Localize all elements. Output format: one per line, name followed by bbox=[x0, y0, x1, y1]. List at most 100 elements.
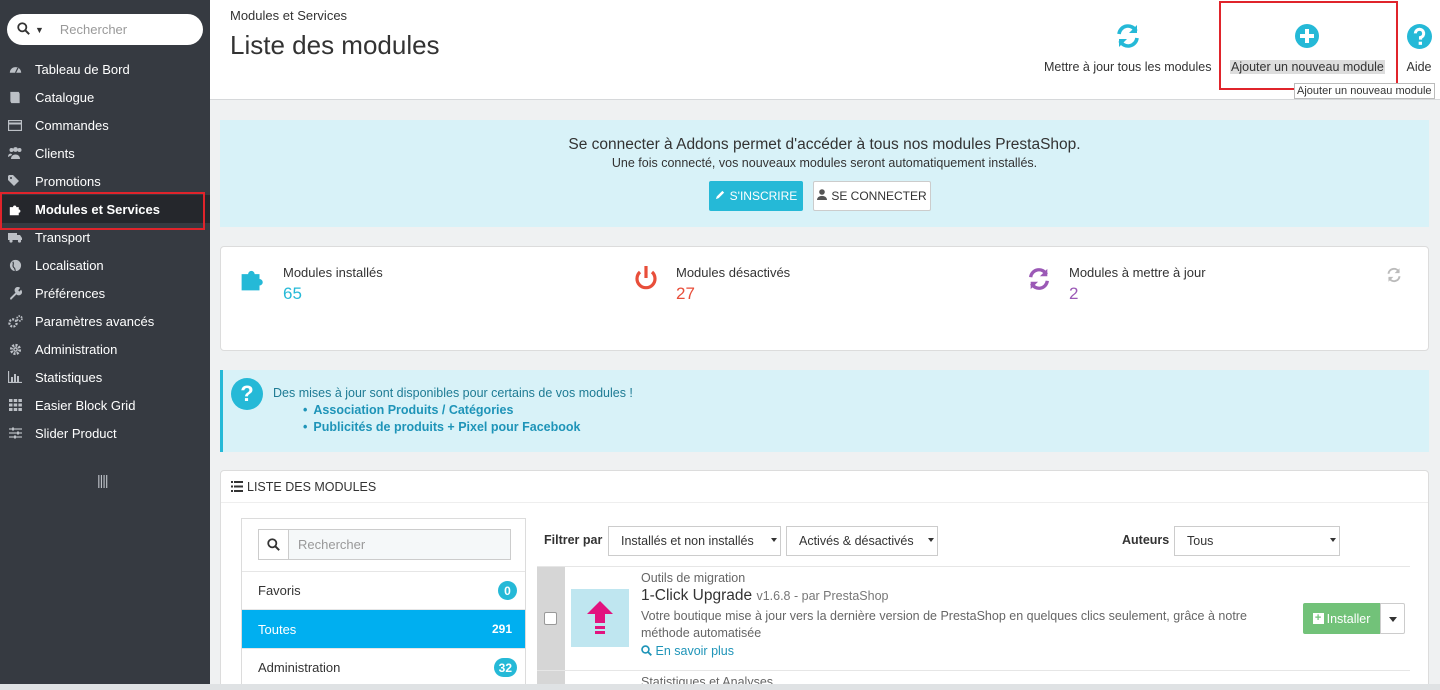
refresh-stats-icon[interactable] bbox=[1386, 267, 1402, 286]
help-button[interactable]: Aide bbox=[1405, 22, 1433, 74]
tooltip: Ajouter un nouveau module bbox=[1294, 83, 1435, 99]
sidebar-item-label: Catalogue bbox=[35, 89, 95, 105]
sidebar-search[interactable]: ▼ Rechercher bbox=[7, 14, 203, 45]
module-name: 1-Click Upgrade v1.6.8 - par PrestaShop bbox=[641, 587, 888, 605]
sidebar-search-input[interactable]: Rechercher bbox=[60, 22, 127, 37]
sidebar-item-slider-product[interactable]: Slider Product bbox=[0, 419, 210, 447]
module-stats-panel: Modules installés 65 Modules désactivés … bbox=[220, 246, 1429, 351]
module-description: Votre boutique mise à jour vers la derni… bbox=[641, 609, 1247, 640]
caret-down-icon bbox=[771, 538, 777, 542]
login-button[interactable]: SE CONNECTER bbox=[813, 181, 931, 211]
stat-disabled-label: Modules désactivés bbox=[676, 265, 791, 280]
sidebar-item-label: Statistiques bbox=[35, 369, 103, 385]
module-row: Outils de migration 1-Click Upgrade v1.6… bbox=[537, 566, 1410, 677]
sidebar-item-catalog[interactable]: Catalogue bbox=[0, 83, 210, 111]
filter-active-value: Activés & désactivés bbox=[799, 534, 914, 548]
sidebar-item-label: Clients bbox=[35, 145, 75, 161]
category-label: Favoris bbox=[258, 583, 301, 598]
addons-subtitle: Une fois connecté, vos nouveaux modules … bbox=[611, 156, 1038, 170]
category-item-favorites[interactable]: Favoris 0 bbox=[242, 571, 525, 609]
stat-installed-value: 65 bbox=[283, 284, 302, 303]
gear-icon bbox=[7, 341, 23, 357]
sidebar-item-advanced-settings[interactable]: Paramètres avancés bbox=[0, 307, 210, 335]
chevron-down-icon[interactable]: ▼ bbox=[35, 25, 44, 35]
category-label: Toutes bbox=[258, 621, 297, 637]
sidebar-item-administration[interactable]: Administration bbox=[0, 335, 210, 363]
category-list: Rechercher Favoris 0 Toutes 291 Administ… bbox=[241, 518, 526, 690]
signup-label: S'INSCRIRE bbox=[729, 189, 798, 203]
sidebar-item-promotions[interactable]: Promotions bbox=[0, 167, 210, 195]
sidebar-item-label: Commandes bbox=[35, 117, 109, 133]
sidebar-item-orders[interactable]: Commandes bbox=[0, 111, 210, 139]
count-badge: 291 bbox=[491, 622, 512, 636]
sidebar-item-localization[interactable]: Localisation bbox=[0, 251, 210, 279]
power-icon bbox=[632, 265, 660, 293]
sidebar: ▼ Rechercher Tableau de Bord Catalogue C… bbox=[0, 0, 210, 690]
sidebar-item-statistics[interactable]: Statistiques bbox=[0, 363, 210, 391]
updates-list: Association Produits / Catégories Public… bbox=[303, 403, 580, 437]
help-label: Aide bbox=[1406, 60, 1432, 74]
authors-select[interactable]: Tous bbox=[1174, 526, 1340, 556]
caret-down-icon bbox=[928, 538, 934, 542]
addons-title: Se connecter à Addons permet d'accéder à… bbox=[568, 136, 1081, 153]
authors-label: Auteurs bbox=[1122, 533, 1170, 547]
update-all-modules-button[interactable]: Mettre à jour tous les modules bbox=[1044, 22, 1211, 74]
filter-label: Filtrer par bbox=[544, 533, 603, 547]
collapse-sidebar-icon[interactable]: |||| bbox=[97, 472, 109, 488]
learn-more-link[interactable]: En savoir plus bbox=[641, 644, 734, 659]
highlight-box-sidebar bbox=[0, 192, 205, 230]
status-bar bbox=[0, 684, 1440, 690]
bar-chart-icon bbox=[7, 369, 23, 385]
updates-alert: ? Des mises à jour sont disponibles pour… bbox=[220, 370, 1429, 452]
update-all-modules-label: Mettre à jour tous les modules bbox=[1044, 60, 1212, 74]
user-icon bbox=[817, 189, 828, 203]
search-icon[interactable] bbox=[17, 21, 35, 38]
sidebar-item-easier-block-grid[interactable]: Easier Block Grid bbox=[0, 391, 210, 419]
stat-to-update-label: Modules à mettre à jour bbox=[1069, 265, 1206, 280]
page-title: Liste des modules bbox=[230, 30, 440, 60]
question-icon: ? bbox=[231, 378, 263, 410]
sidebar-item-customers[interactable]: Clients bbox=[0, 139, 210, 167]
book-icon bbox=[7, 89, 23, 105]
stat-disabled-value: 27 bbox=[676, 284, 695, 303]
module-list-panel: LISTE DES MODULES Rechercher Favoris 0 T… bbox=[220, 470, 1429, 690]
category-item-all[interactable]: Toutes 291 bbox=[242, 609, 525, 648]
grid-icon bbox=[7, 397, 23, 413]
filter-active-select[interactable]: Activés & désactivés bbox=[786, 526, 938, 556]
category-item-administration[interactable]: Administration 32 bbox=[242, 648, 525, 686]
stat-to-update[interactable]: Modules à mettre à jour 2 bbox=[1025, 265, 1206, 304]
refresh-icon bbox=[1025, 265, 1053, 293]
install-options-dropdown[interactable] bbox=[1380, 603, 1405, 634]
sidebar-item-dashboard[interactable]: Tableau de Bord bbox=[0, 55, 210, 83]
signup-button[interactable]: S'INSCRIRE bbox=[709, 181, 803, 211]
module-checkbox[interactable] bbox=[544, 612, 557, 625]
pencil-icon bbox=[715, 189, 726, 203]
update-link[interactable]: Publicités de produits + Pixel pour Face… bbox=[303, 420, 580, 437]
stat-installed[interactable]: Modules installés 65 bbox=[239, 265, 383, 304]
caret-down-icon bbox=[1330, 538, 1336, 542]
category-search[interactable]: Rechercher bbox=[258, 529, 511, 560]
module-list-heading-label: LISTE DES MODULES bbox=[247, 480, 377, 494]
sidebar-item-label: Slider Product bbox=[35, 425, 117, 441]
puzzle-icon bbox=[239, 265, 267, 293]
sidebar-item-label: Paramètres avancés bbox=[35, 313, 155, 329]
module-list-heading: LISTE DES MODULES bbox=[231, 480, 376, 495]
update-link[interactable]: Association Produits / Catégories bbox=[303, 403, 580, 420]
filter-install-select[interactable]: Installés et non installés bbox=[608, 526, 781, 556]
module-upgrade-icon bbox=[571, 589, 629, 647]
install-button[interactable]: + Installer bbox=[1303, 603, 1380, 634]
divider bbox=[221, 502, 1428, 503]
breadcrumb[interactable]: Modules et Services bbox=[230, 8, 347, 23]
category-search-input[interactable]: Rechercher bbox=[298, 537, 365, 552]
sidebar-item-label: Localisation bbox=[35, 257, 104, 273]
sliders-icon bbox=[7, 425, 23, 441]
sidebar-item-preferences[interactable]: Préférences bbox=[0, 279, 210, 307]
gears-icon bbox=[7, 313, 23, 329]
category-label: Administration bbox=[258, 660, 341, 675]
learn-more-label: En savoir plus bbox=[655, 644, 734, 658]
search-icon bbox=[641, 645, 652, 659]
sidebar-item-label: Promotions bbox=[35, 173, 101, 189]
stat-disabled[interactable]: Modules désactivés 27 bbox=[632, 265, 790, 304]
count-badge: 32 bbox=[493, 658, 517, 677]
sidebar-nav: Tableau de Bord Catalogue Commandes Clie… bbox=[0, 55, 210, 447]
